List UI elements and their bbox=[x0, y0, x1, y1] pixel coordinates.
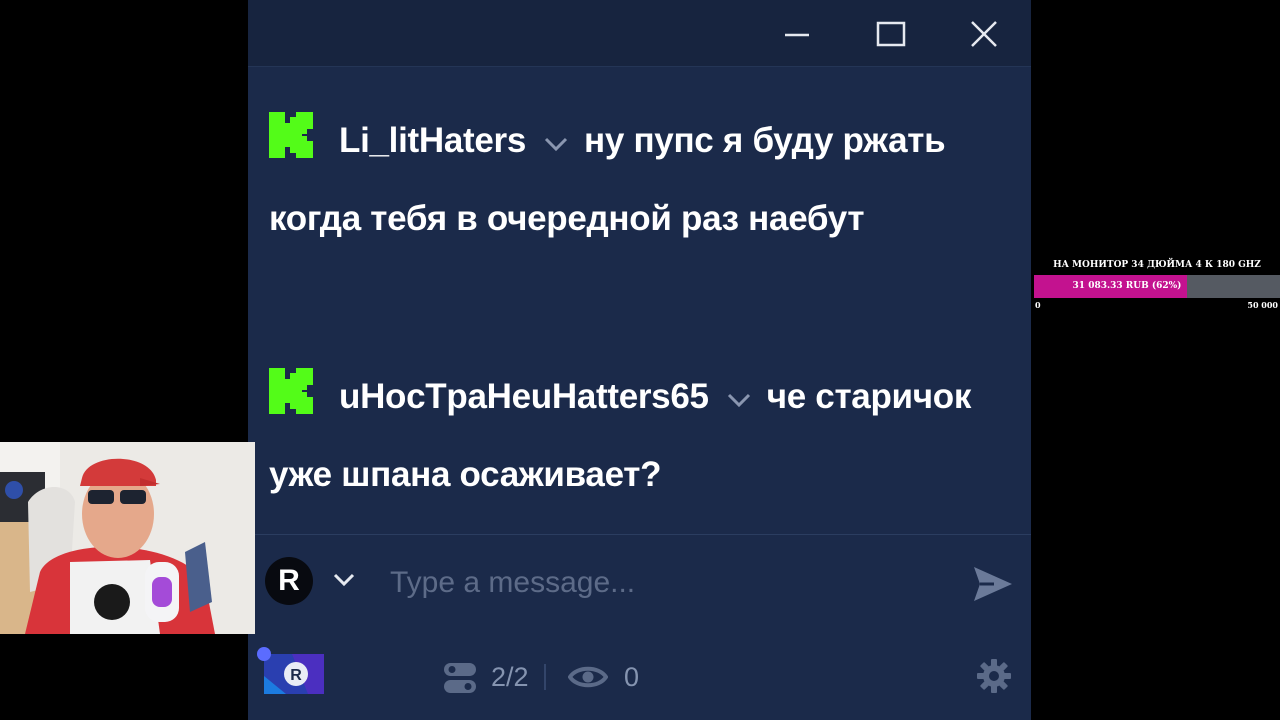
chevron-down-icon[interactable] bbox=[725, 390, 753, 410]
chat-message: uHocTpaHeuHatters65 че старичок уже шпана… bbox=[269, 358, 989, 514]
username[interactable]: Li_litHaters bbox=[339, 121, 526, 160]
divider bbox=[544, 664, 546, 690]
goal-max: 50 000 bbox=[1247, 300, 1278, 310]
footer-bar: R 2/2 0 bbox=[248, 631, 1031, 720]
kick-icon bbox=[269, 112, 313, 158]
svg-text:R: R bbox=[290, 667, 302, 684]
message-composer: R bbox=[248, 534, 1031, 632]
viewer-count: 0 bbox=[624, 662, 640, 692]
goal-min: 0 bbox=[1035, 300, 1041, 310]
chevron-down-icon[interactable] bbox=[542, 134, 570, 154]
goal-amount: 31 083.33 RUB (62%) bbox=[1072, 281, 1182, 291]
send-icon[interactable] bbox=[972, 565, 1014, 603]
kick-icon bbox=[269, 368, 313, 414]
chevron-down-icon[interactable] bbox=[332, 571, 356, 589]
username[interactable]: uHocTpaHeuHatters65 bbox=[339, 377, 709, 416]
goal-progress-bar: 31 083.33 RUB (62%) bbox=[1034, 275, 1280, 298]
chat-messages: Li_litHaters ну пупс я буду ржать когда т… bbox=[248, 66, 1031, 590]
account-avatar[interactable]: R bbox=[265, 557, 313, 605]
goal-title: НА МОНИТОР 34 ДЮЙМА 4 К 180 GHZ bbox=[1053, 260, 1261, 270]
gear-icon[interactable] bbox=[976, 658, 1012, 694]
connections-icon bbox=[444, 663, 476, 693]
title-bar bbox=[248, 0, 1031, 67]
webcam-feed bbox=[0, 442, 255, 634]
eye-icon bbox=[568, 666, 608, 688]
close-icon[interactable] bbox=[962, 14, 1006, 54]
maximize-icon[interactable] bbox=[869, 14, 913, 54]
chat-window: Li_litHaters ну пупс я буду ржать когда т… bbox=[248, 0, 1031, 720]
connections-count: 2/2 bbox=[491, 662, 529, 692]
chat-message: Li_litHaters ну пупс я буду ржать когда т… bbox=[269, 102, 989, 258]
app-logo-icon[interactable]: R bbox=[256, 646, 330, 698]
donation-goal: НА МОНИТОР 34 ДЮЙМА 4 К 180 GHZ 31 083.3… bbox=[1034, 258, 1280, 312]
message-input[interactable] bbox=[388, 559, 952, 607]
minimize-icon[interactable] bbox=[775, 14, 819, 54]
